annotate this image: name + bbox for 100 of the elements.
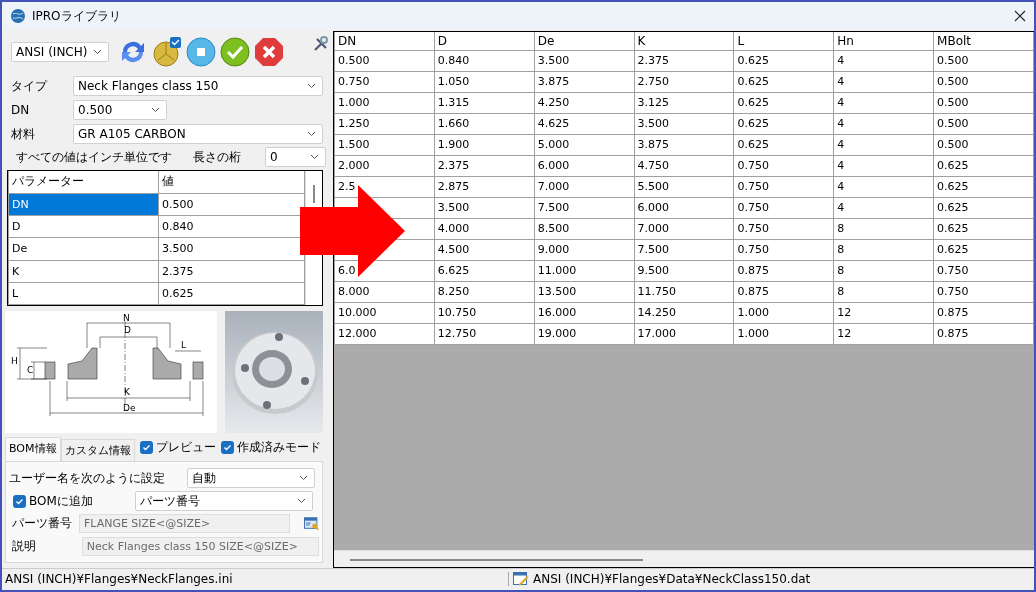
table-cell: 10.750 bbox=[434, 302, 535, 323]
chevron-icon bbox=[93, 49, 102, 55]
table-cell: 1.000 bbox=[334, 92, 435, 113]
column-header: De bbox=[534, 32, 635, 50]
field-label: 説明 bbox=[11, 537, 37, 555]
table-cell[interactable]: DN bbox=[8, 193, 159, 216]
table-cell: 0.875 bbox=[733, 260, 834, 281]
chevron-icon bbox=[310, 154, 319, 160]
table-cell: 4.500 bbox=[434, 239, 535, 260]
table-cell: 8 bbox=[833, 218, 934, 239]
table-cell: 1.000 bbox=[733, 302, 834, 323]
chevron-icon bbox=[297, 498, 306, 504]
checkbox[interactable] bbox=[139, 440, 153, 454]
table-cell: 0.625 bbox=[733, 134, 834, 155]
dropdown[interactable]: 0.500 bbox=[73, 100, 167, 120]
status-text: ANSI (INCH)¥Flanges¥NeckFlanges.ini bbox=[4, 572, 234, 586]
dropdown[interactable]: 自動 bbox=[187, 468, 315, 488]
dropdown[interactable]: 0 bbox=[265, 147, 326, 167]
table-cell: 1.900 bbox=[434, 134, 535, 155]
table-cell: 4.750 bbox=[634, 155, 734, 176]
table-cell: 11.750 bbox=[634, 281, 734, 302]
chevron-icon bbox=[151, 107, 160, 113]
units-note: すべての値はインチ単位です bbox=[16, 148, 173, 166]
dimension-label: D bbox=[124, 325, 131, 335]
field-label: 長さの桁 bbox=[193, 148, 242, 166]
table-cell: 0.625 bbox=[933, 176, 1034, 197]
table-cell: 4 bbox=[833, 197, 934, 218]
table-cell: 0.500 bbox=[933, 92, 1034, 113]
table-cell: 0.750 bbox=[334, 71, 435, 92]
dropdown[interactable]: パーツ番号 bbox=[135, 491, 313, 511]
table-cell: 4 bbox=[833, 50, 934, 71]
table-cell: 0.750 bbox=[933, 281, 1034, 302]
table-cell: 2.875 bbox=[434, 176, 535, 197]
table-cell: 4 bbox=[833, 113, 934, 134]
table-cell: 0.875 bbox=[933, 323, 1034, 344]
table-cell: 9.000 bbox=[534, 239, 635, 260]
close-icon[interactable] bbox=[1014, 10, 1026, 22]
table-cell: 0.500 bbox=[933, 134, 1034, 155]
stop-icon[interactable] bbox=[185, 36, 217, 68]
table-cell: 7.000 bbox=[634, 218, 734, 239]
table-cell: 12 bbox=[833, 302, 934, 323]
dimension-label: K bbox=[124, 387, 130, 397]
table-cell: 2.750 bbox=[634, 71, 734, 92]
tab[interactable]: BOM情報 bbox=[5, 437, 61, 461]
table-cell: 1.050 bbox=[434, 71, 535, 92]
table-cell: 9.500 bbox=[634, 260, 734, 281]
table-cell: 6.625 bbox=[434, 260, 535, 281]
column-header: DN bbox=[334, 32, 435, 50]
column-header: パラメーター bbox=[8, 171, 159, 194]
dimension-label: C bbox=[27, 365, 34, 375]
table-cell: 0.750 bbox=[733, 218, 834, 239]
table-cell: 0.625 bbox=[733, 113, 834, 134]
tab[interactable]: カスタム情報 bbox=[60, 439, 135, 461]
table-cell: 0.625 bbox=[933, 197, 1034, 218]
dropdown[interactable]: Neck Flanges class 150 bbox=[73, 76, 323, 96]
checkbox[interactable] bbox=[13, 494, 26, 508]
table-cell: 0.625 bbox=[933, 218, 1034, 239]
table-cell[interactable]: K bbox=[8, 260, 159, 283]
dropdown[interactable]: GR A105 CARBON bbox=[73, 124, 323, 144]
table-cell: 5.500 bbox=[634, 176, 734, 197]
chevron-icon bbox=[307, 83, 316, 89]
table-cell: 0.500 bbox=[933, 113, 1034, 134]
field-label: 材料 bbox=[11, 125, 36, 143]
scrollbar[interactable] bbox=[334, 550, 1034, 567]
table-cell: 3.500 bbox=[634, 113, 734, 134]
table-cell: 3.875 bbox=[634, 134, 734, 155]
tools-icon[interactable] bbox=[313, 36, 329, 52]
table-cell: 14.250 bbox=[634, 302, 734, 323]
checkbox-label: プレビュー bbox=[155, 438, 216, 456]
table-cell: 19.000 bbox=[534, 323, 635, 344]
table-cell[interactable]: D bbox=[8, 215, 159, 238]
file-edit-icon bbox=[513, 572, 529, 586]
table-cell[interactable]: De bbox=[8, 237, 159, 260]
table-cell: 4 bbox=[833, 92, 934, 113]
table-cell: 3.875 bbox=[534, 71, 635, 92]
table-cell[interactable]: L bbox=[8, 282, 159, 305]
table-cell: 4.000 bbox=[434, 218, 535, 239]
check-icon[interactable] bbox=[219, 36, 251, 68]
field-label: タイプ bbox=[11, 77, 49, 95]
table-cell: 16.000 bbox=[534, 302, 635, 323]
table-cell: 0.625 bbox=[733, 50, 834, 71]
table-cell: 4 bbox=[833, 155, 934, 176]
table-cell: 1.660 bbox=[434, 113, 535, 134]
sphere-icon[interactable] bbox=[151, 36, 183, 68]
table-cell: 0.750 bbox=[933, 260, 1034, 281]
dimension-label: H bbox=[11, 356, 18, 366]
table-cell: 10.000 bbox=[334, 302, 435, 323]
checkbox[interactable] bbox=[220, 440, 234, 454]
table-cell: 1.250 bbox=[334, 113, 435, 134]
table-cell: 3.125 bbox=[634, 92, 734, 113]
key-icon[interactable] bbox=[303, 516, 319, 531]
table-cell: 6.000 bbox=[634, 197, 734, 218]
table-cell: 6.000 bbox=[534, 155, 635, 176]
field-label: パーツ番号 bbox=[11, 515, 73, 533]
table-cell: 0.500 bbox=[933, 71, 1034, 92]
table-cell: 11.000 bbox=[534, 260, 635, 281]
table-cell: 0.625 bbox=[733, 71, 834, 92]
cancel-icon[interactable] bbox=[253, 36, 285, 68]
table-cell: 0.840 bbox=[434, 50, 535, 71]
dropdown[interactable]: ANSI (INCH) bbox=[11, 42, 109, 62]
